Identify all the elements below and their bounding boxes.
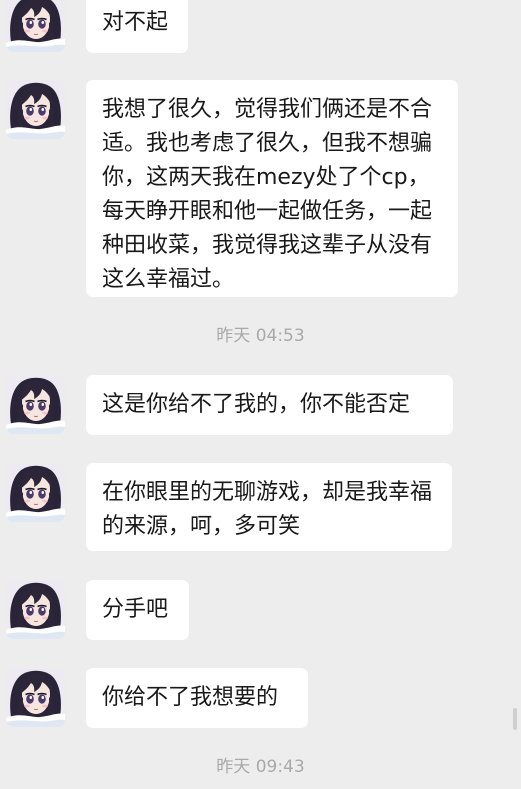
anime-girl-avatar-icon[interactable] [6,463,65,522]
anime-girl-avatar-icon[interactable] [6,580,65,639]
message-row: 在你眼里的无聊游戏，却是我幸福的来源，呵，多可笑 [0,463,521,551]
message-bubble: 在你眼里的无聊游戏，却是我幸福的来源，呵，多可笑 [86,463,452,551]
message-bubble: 我想了很久，觉得我们俩还是不合适。我也考虑了很久，但我不想骗你，这两天我在mez… [86,80,458,297]
message-row: 分手吧 [0,580,521,640]
anime-girl-avatar-icon[interactable] [6,80,65,139]
message-bubble: 这是你给不了我的，你不能否定 [86,375,453,435]
message-row: 你给不了我想要的 [0,668,521,728]
message-bubble: 你给不了我想要的 [86,668,308,728]
timestamp: 昨天 09:43 [216,757,305,777]
message-bubble: 分手吧 [86,580,189,640]
anime-girl-avatar-icon[interactable] [6,668,65,727]
anime-girl-avatar-icon[interactable] [6,375,65,434]
timestamp: 昨天 04:53 [216,326,305,346]
message-bubble: 对不起 [86,0,188,53]
anime-girl-avatar-icon[interactable] [6,0,65,52]
message-row: 这是你给不了我的，你不能否定 [0,375,521,435]
scrollbar-thumb[interactable] [513,708,517,730]
chat-area: 对不起 我想了很久，觉得我们俩还是不合适。我也考虑了很久，但我不想骗你，这两天我… [0,0,521,789]
message-row: 对不起 [0,0,521,54]
message-row: 我想了很久，觉得我们俩还是不合适。我也考虑了很久，但我不想骗你，这两天我在mez… [0,80,521,300]
